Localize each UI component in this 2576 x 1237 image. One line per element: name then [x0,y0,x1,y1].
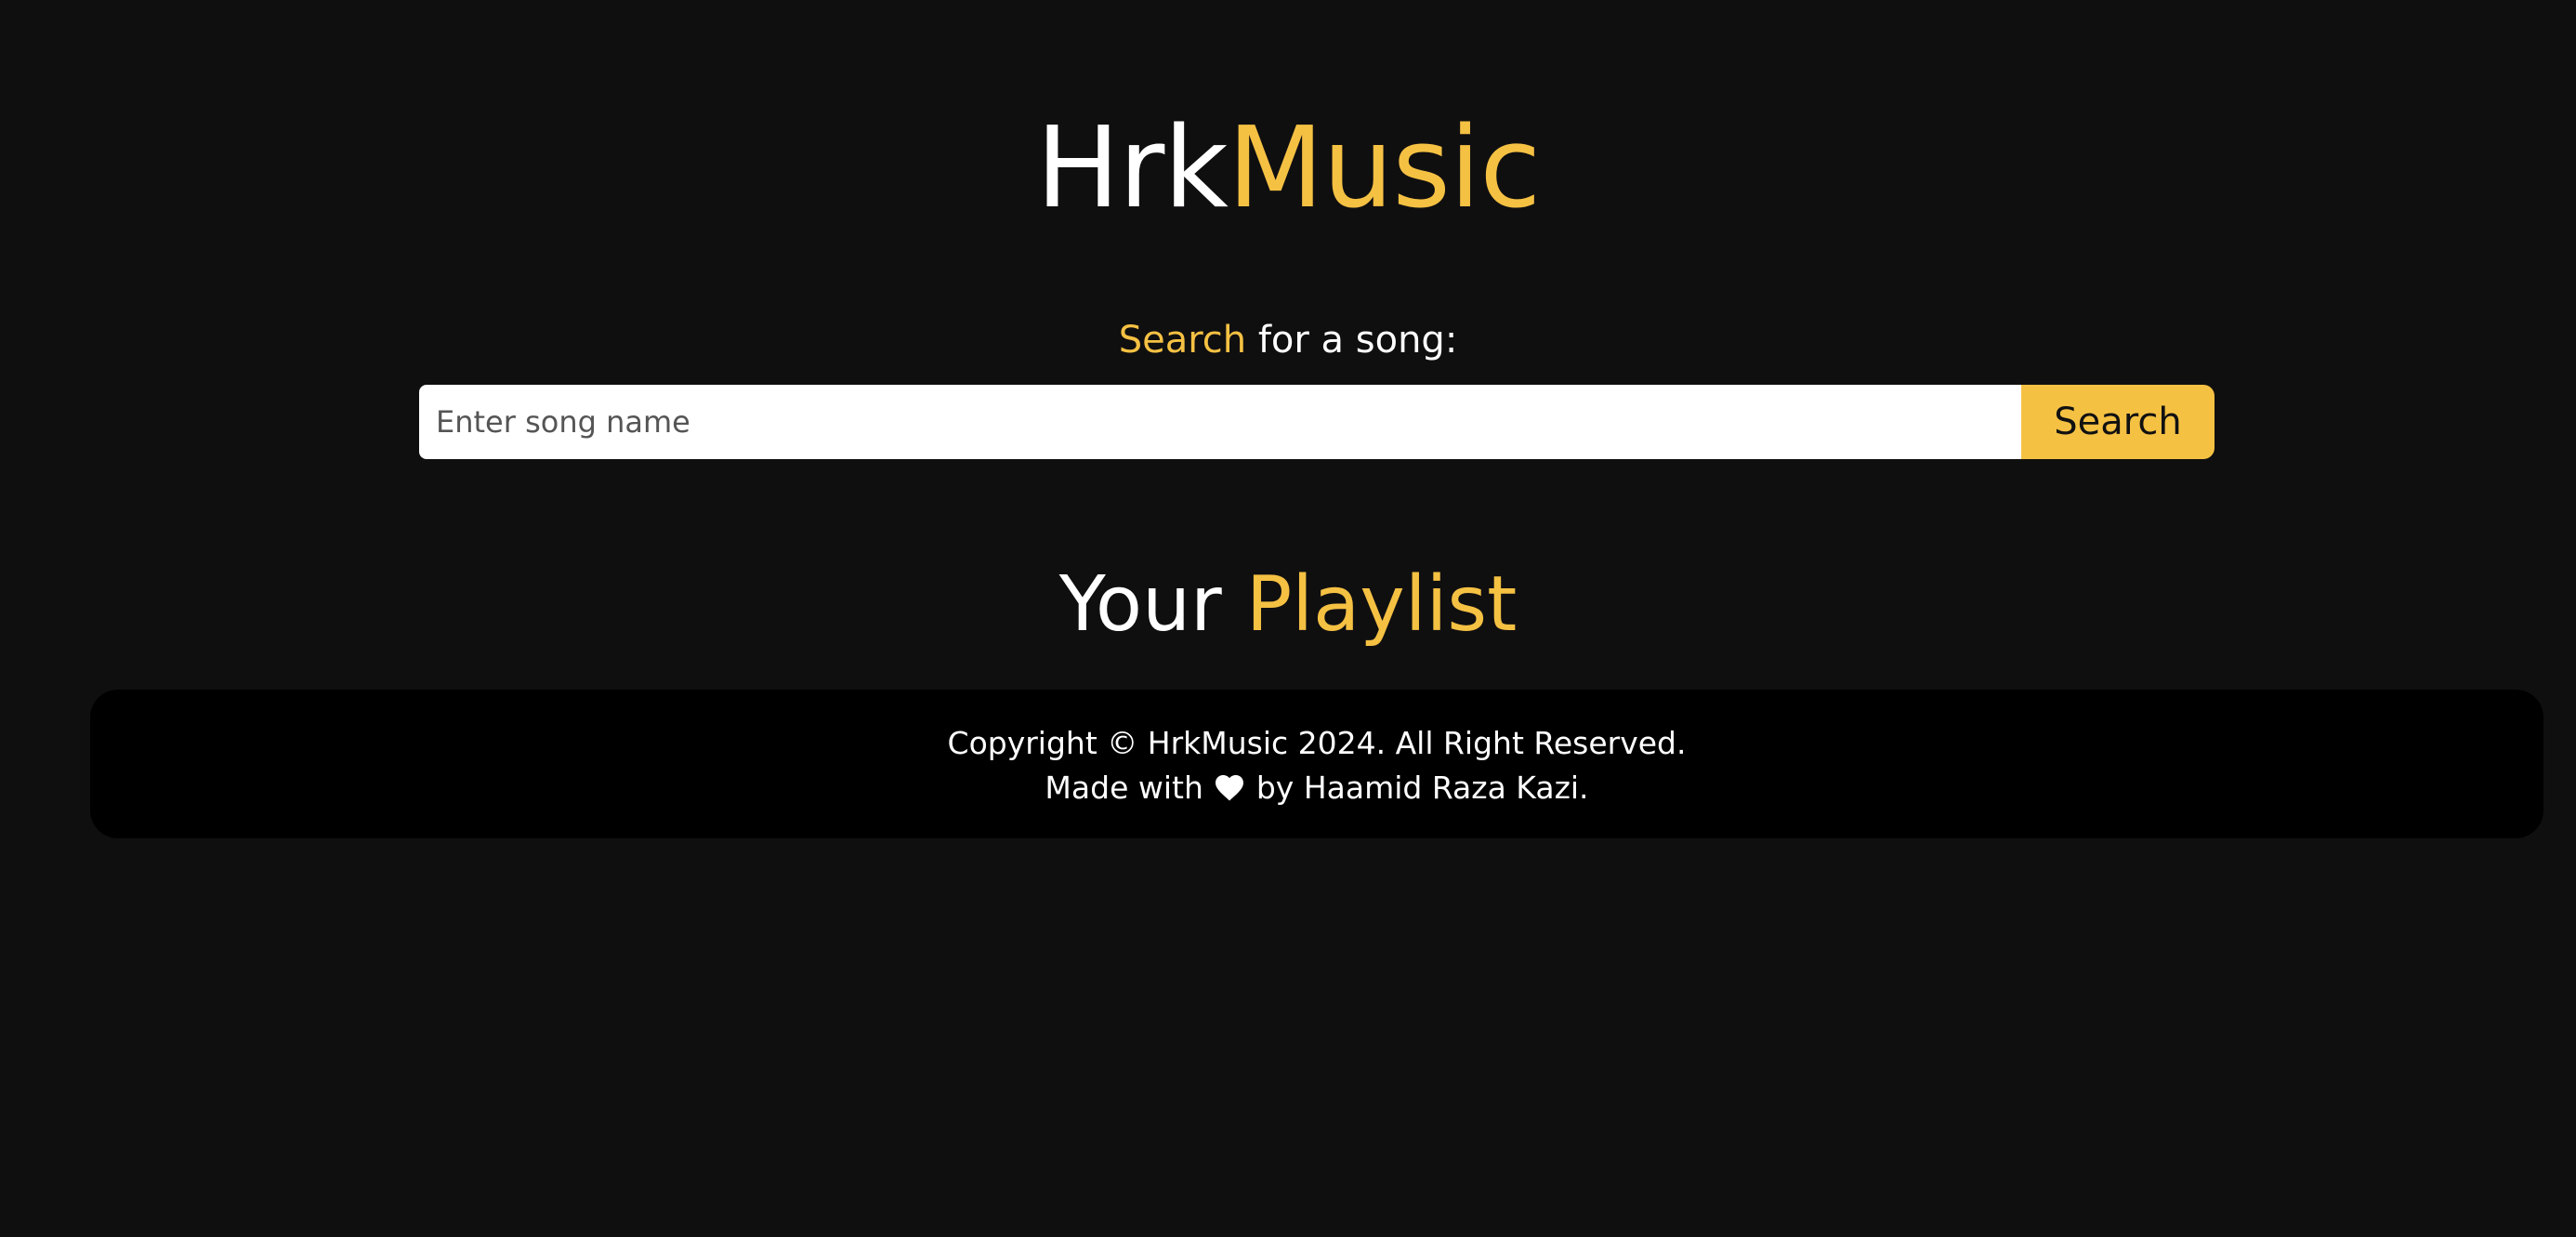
search-label: Search for a song: [0,314,2576,366]
brand-name-part2: Music [1227,104,1541,233]
search-button[interactable]: Search [2021,385,2215,459]
footer: Copyright © HrkMusic 2024. All Right Res… [90,690,2543,838]
brand-logo: HrkMusic [0,104,2576,234]
footer-credit: Made with by Haamid Raza Kazi. [90,766,2543,810]
footer-credit-suffix: by Haamid Raza Kazi. [1246,770,1589,806]
brand-name-part1: Hrk [1035,104,1229,233]
search-input[interactable] [419,385,2021,459]
search-label-accent: Search [1118,319,1247,362]
page: HrkMusic Search for a song: Search Your … [0,0,2576,1237]
footer-copyright: Copyright © HrkMusic 2024. All Right Res… [947,725,1687,761]
search-form: Search [419,385,2215,459]
playlist-title: Your Playlist [0,554,2576,656]
playlist-title-part1: Your [1058,560,1246,649]
footer-credit-prefix: Made with [1045,770,1214,806]
search-label-rest: for a song: [1246,319,1458,362]
heart-icon [1216,775,1244,801]
playlist-title-part2: Playlist [1245,560,1518,649]
